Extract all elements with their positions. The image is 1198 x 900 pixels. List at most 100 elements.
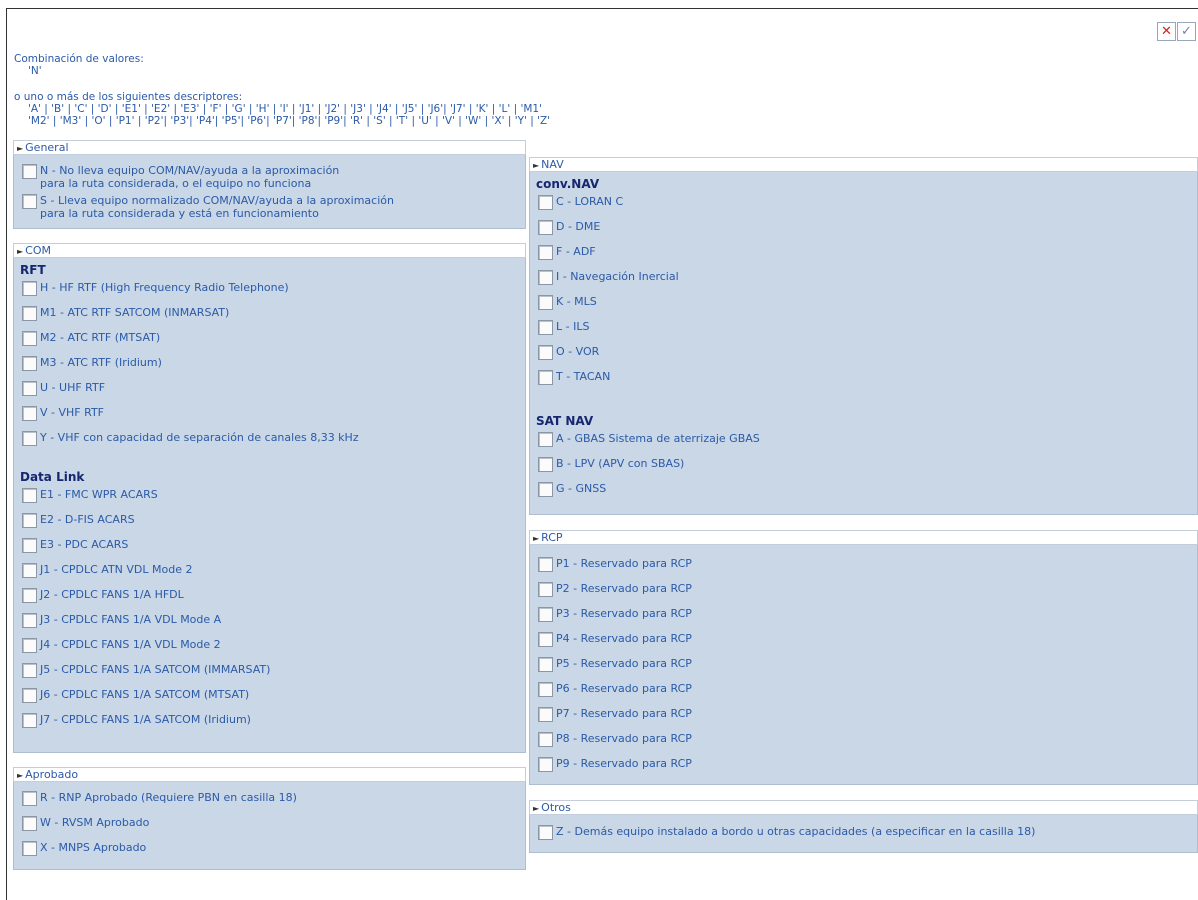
checkbox-item[interactable]: E3 - PDC ACARS — [14, 535, 525, 560]
accept-button[interactable]: ✓ — [1177, 22, 1196, 41]
checkbox-item[interactable]: P1 - Reservado para RCP — [530, 554, 1197, 579]
checkbox-item[interactable]: P7 - Reservado para RCP — [530, 704, 1197, 729]
checkbox[interactable] — [538, 245, 553, 260]
section-title[interactable]: ► General — [13, 140, 526, 155]
checkbox-item[interactable]: J4 - CPDLC FANS 1/A VDL Mode 2 — [14, 635, 525, 660]
checkbox-item[interactable]: T - TACAN — [530, 367, 1197, 392]
checkbox-item[interactable]: P8 - Reservado para RCP — [530, 729, 1197, 754]
checkbox-item[interactable]: M3 - ATC RTF (Iridium) — [14, 353, 525, 378]
checkbox-item[interactable]: D - DME — [530, 217, 1197, 242]
checkbox-label: L - ILS — [556, 320, 590, 333]
checkbox[interactable] — [538, 657, 553, 672]
section-rcp: ► RCP P1 - Reservado para RCP P2 - Reserva… — [529, 530, 1198, 785]
checkbox-item[interactable]: A - GBAS Sistema de aterrizaje GBAS — [530, 429, 1197, 454]
checkbox[interactable] — [22, 663, 37, 678]
checkbox-item[interactable]: P6 - Reservado para RCP — [530, 679, 1197, 704]
checkbox-item[interactable]: M2 - ATC RTF (MTSAT) — [14, 328, 525, 353]
checkbox-item[interactable]: B - LPV (APV con SBAS) — [530, 454, 1197, 479]
checkbox[interactable] — [538, 295, 553, 310]
checkbox[interactable] — [538, 370, 553, 385]
checkbox[interactable] — [538, 632, 553, 647]
checkbox[interactable] — [538, 432, 553, 447]
checkbox-item[interactable]: M1 - ATC RTF SATCOM (INMARSAT) — [14, 303, 525, 328]
checkbox[interactable] — [538, 825, 553, 840]
checkbox-item[interactable]: J6 - CPDLC FANS 1/A SATCOM (MTSAT) — [14, 685, 525, 710]
section-title[interactable]: ► Aprobado — [13, 767, 526, 782]
checkbox[interactable] — [538, 757, 553, 772]
checkbox-item[interactable]: P9 - Reservado para RCP — [530, 754, 1197, 779]
checkbox[interactable] — [538, 345, 553, 360]
checkbox-item[interactable]: E1 - FMC WPR ACARS — [14, 485, 525, 510]
checkbox[interactable] — [22, 431, 37, 446]
checkbox[interactable] — [22, 281, 37, 296]
checkbox-item[interactable]: J1 - CPDLC ATN VDL Mode 2 — [14, 560, 525, 585]
checkbox-item[interactable]: U - UHF RTF — [14, 378, 525, 403]
checkbox-item[interactable]: Z - Demás equipo instalado a bordo u otr… — [530, 822, 1197, 847]
checkbox[interactable] — [22, 841, 37, 856]
expand-arrow-icon: ► — [17, 771, 24, 780]
checkbox[interactable] — [22, 613, 37, 628]
checkbox[interactable] — [22, 513, 37, 528]
checkbox-item[interactable]: X - MNPS Aprobado — [14, 838, 525, 863]
checkbox-item[interactable]: O - VOR — [530, 342, 1197, 367]
checkbox[interactable] — [538, 607, 553, 622]
checkbox[interactable] — [538, 732, 553, 747]
checkbox[interactable] — [22, 816, 37, 831]
checkbox[interactable] — [538, 682, 553, 697]
checkbox-item[interactable]: V - VHF RTF — [14, 403, 525, 428]
checkbox[interactable] — [538, 195, 553, 210]
checkbox[interactable] — [22, 194, 37, 209]
checkbox[interactable] — [22, 488, 37, 503]
checkbox[interactable] — [22, 713, 37, 728]
checkbox[interactable] — [22, 688, 37, 703]
checkbox[interactable] — [22, 538, 37, 553]
checkbox-item[interactable]: J5 - CPDLC FANS 1/A SATCOM (IMMARSAT) — [14, 660, 525, 685]
checkbox-item[interactable]: J2 - CPDLC FANS 1/A HFDL — [14, 585, 525, 610]
checkbox[interactable] — [538, 557, 553, 572]
checkbox-item[interactable]: Y - VHF con capacidad de separación de c… — [14, 428, 525, 453]
checkbox-label: P8 - Reservado para RCP — [556, 732, 692, 745]
checkbox[interactable] — [22, 381, 37, 396]
section-title[interactable]: ► RCP — [529, 530, 1198, 545]
checkbox-item[interactable]: W - RVSM Aprobado — [14, 813, 525, 838]
checkbox[interactable] — [538, 270, 553, 285]
checkbox[interactable] — [538, 582, 553, 597]
checkbox[interactable] — [22, 588, 37, 603]
checkbox[interactable] — [538, 457, 553, 472]
checkbox[interactable] — [22, 406, 37, 421]
checkbox-item[interactable]: E2 - D-FIS ACARS — [14, 510, 525, 535]
checkbox[interactable] — [22, 791, 37, 806]
checkbox-item[interactable]: P3 - Reservado para RCP — [530, 604, 1197, 629]
section-title[interactable]: ► Otros — [529, 800, 1198, 815]
checkbox-item[interactable]: S - Lleva equipo normalizado COM/NAV/ayu… — [14, 191, 525, 221]
checkbox[interactable] — [538, 220, 553, 235]
checkbox-item[interactable]: P4 - Reservado para RCP — [530, 629, 1197, 654]
checkbox-item[interactable]: N - No lleva equipo COM/NAV/ayuda a la a… — [14, 161, 525, 191]
checkbox[interactable] — [538, 482, 553, 497]
checkbox-item[interactable]: G - GNSS — [530, 479, 1197, 504]
checkbox-item[interactable]: P2 - Reservado para RCP — [530, 579, 1197, 604]
checkbox[interactable] — [22, 638, 37, 653]
section-nav: ► NAV conv.NAV C - LORAN C D - DME F - ADF I… — [529, 157, 1198, 515]
checkbox[interactable] — [22, 164, 37, 179]
close-button[interactable]: ✕ — [1157, 22, 1176, 41]
checkbox[interactable] — [538, 707, 553, 722]
checkbox-item[interactable]: P5 - Reservado para RCP — [530, 654, 1197, 679]
checkbox-item[interactable]: I - Navegación Inercial — [530, 267, 1197, 292]
checkbox[interactable] — [22, 306, 37, 321]
checkbox-item[interactable]: J7 - CPDLC FANS 1/A SATCOM (Iridium) — [14, 710, 525, 735]
checkbox-item[interactable]: F - ADF — [530, 242, 1197, 267]
checkbox-label: I - Navegación Inercial — [556, 270, 679, 283]
checkbox[interactable] — [538, 320, 553, 335]
checkbox-item[interactable]: L - ILS — [530, 317, 1197, 342]
checkbox[interactable] — [22, 331, 37, 346]
checkbox-item[interactable]: J3 - CPDLC FANS 1/A VDL Mode A — [14, 610, 525, 635]
checkbox-item[interactable]: C - LORAN C — [530, 192, 1197, 217]
checkbox-item[interactable]: K - MLS — [530, 292, 1197, 317]
checkbox[interactable] — [22, 356, 37, 371]
checkbox-item[interactable]: H - HF RTF (High Frequency Radio Telepho… — [14, 278, 525, 303]
checkbox-item[interactable]: R - RNP Aprobado (Requiere PBN en casill… — [14, 788, 525, 813]
section-title[interactable]: ► NAV — [529, 157, 1198, 172]
checkbox[interactable] — [22, 563, 37, 578]
section-title[interactable]: ► COM — [13, 243, 526, 258]
